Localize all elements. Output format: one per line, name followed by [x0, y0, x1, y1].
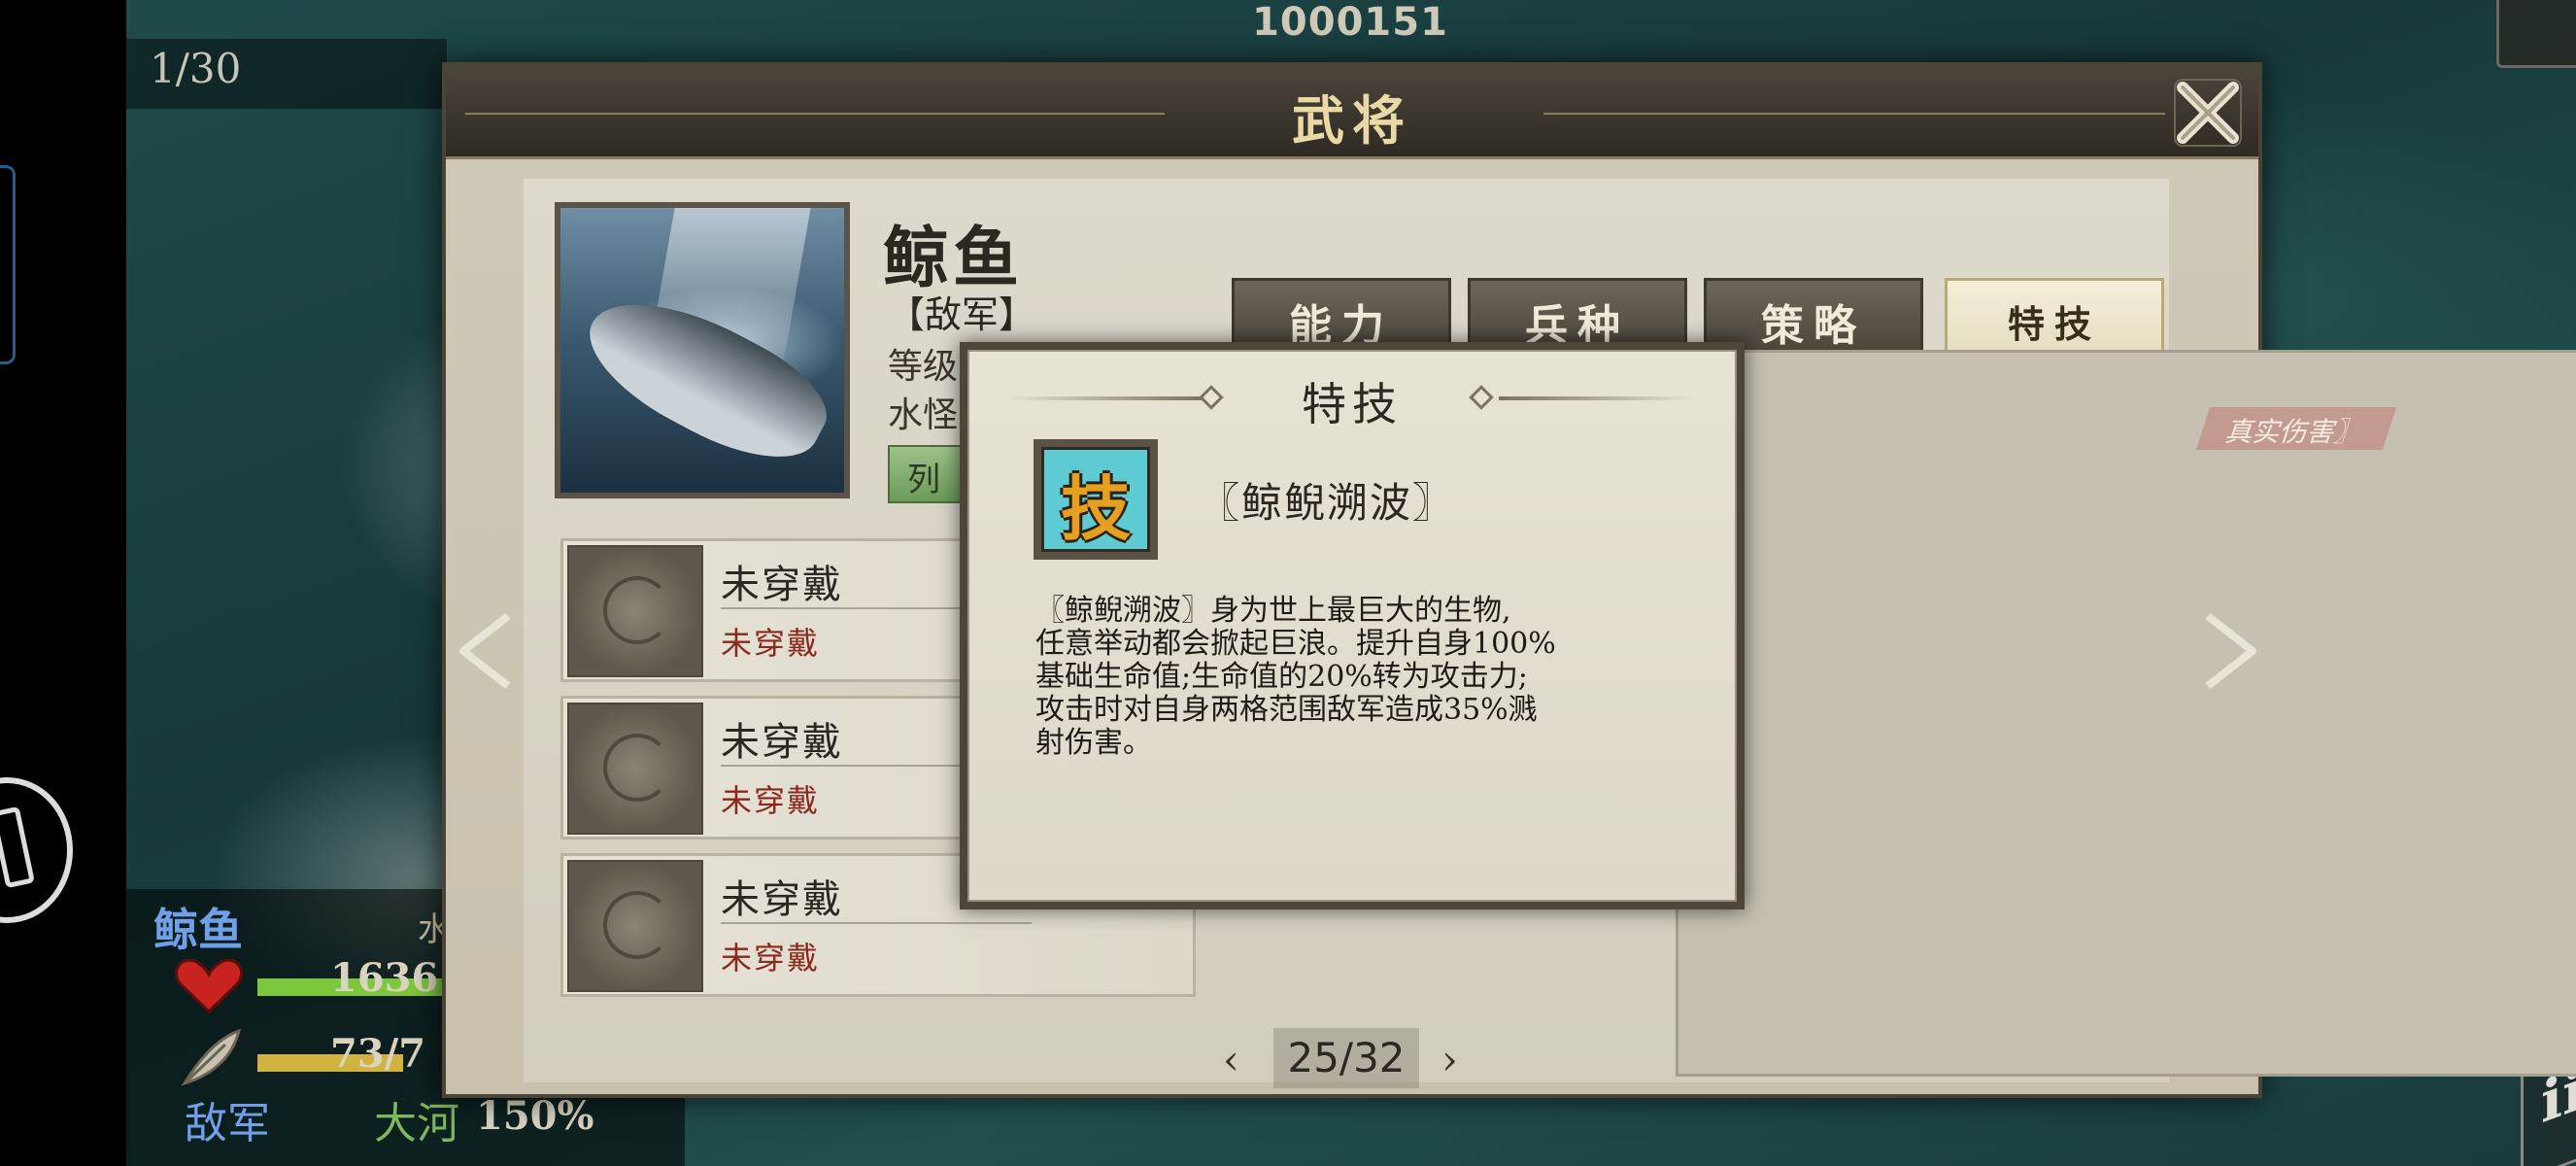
tab-ability[interactable]: 能力	[1232, 278, 1451, 351]
score-display: 1000151	[1252, 0, 1448, 45]
dialog-header: 武将	[446, 66, 2258, 159]
turn-counter: 1/30	[126, 39, 447, 109]
unit-faction: 敌军	[185, 1099, 270, 1149]
prev-hero-arrow-icon[interactable]	[452, 610, 520, 692]
unit-name: 鲸鱼	[153, 904, 243, 956]
tab-panel: 真实伤害〗	[1676, 350, 2576, 1077]
skill-name: 〖鲸鲵溯波〗	[1199, 479, 1456, 527]
heart-icon	[175, 958, 243, 1014]
tab-strategy[interactable]: 策略	[1704, 278, 1923, 351]
dialog-title: 武将	[1292, 89, 1412, 152]
skill-icon: 技	[1034, 439, 1158, 560]
close-icon[interactable]	[2169, 74, 2247, 152]
description-line: 射伤害。	[1035, 726, 1152, 760]
description-line: 任意举动都会掀起巨浪。提升自身100%	[1035, 627, 1556, 661]
swirl-icon	[603, 734, 671, 802]
equipment-status: 未穿戴	[721, 782, 821, 819]
swirl-icon	[603, 891, 671, 959]
pager-text: 25/32	[1273, 1028, 1419, 1088]
empty-slot-icon	[567, 860, 703, 992]
description-line: 攻击时对自身两格范围敌军造成35%溅	[1035, 693, 1538, 727]
empty-slot-icon	[567, 545, 703, 677]
next-hero-arrow-icon[interactable]	[2196, 610, 2264, 692]
tab-troop-type[interactable]: 兵种	[1468, 278, 1687, 351]
side-menu-button[interactable]	[0, 777, 73, 923]
tab-special-skill[interactable]: 特技	[1945, 278, 2164, 350]
description-line: 基础生命值;生命值的20%转为攻击力;	[1035, 660, 1528, 694]
equipment-name: 未穿戴	[721, 563, 843, 607]
popup-title: 特技	[1302, 378, 1403, 430]
side-tab[interactable]	[0, 165, 16, 364]
pager-prev-icon[interactable]: ‹	[1223, 1036, 1262, 1083]
equipment-divider	[721, 922, 1032, 924]
equipment-name: 未穿戴	[721, 877, 843, 922]
skill-tag: 真实伤害〗	[2195, 407, 2397, 450]
game-screen: 1/30 1000151 鲸鱼 水 1636 73/7 敌军 大河 150% i…	[0, 0, 2576, 1166]
hp-value: 1636	[330, 955, 439, 1001]
hero-portrait	[555, 202, 850, 498]
skill-icon-glyph: 技	[1041, 447, 1150, 552]
hero-class-label: 水怪	[888, 395, 959, 435]
equipment-status: 未穿戴	[721, 625, 821, 662]
skill-description: 〖鲸鲵溯波〗身为世上最巨大的生物, 任意举动都会掀起巨浪。提升自身100% 基础…	[1035, 595, 1638, 760]
feather-icon	[181, 1028, 242, 1086]
skill-popup-body: 特技 技 〖鲸鲵溯波〗 〖鲸鲵溯波〗身为世上最巨大的生物, 任意举动都会掀起巨浪…	[967, 350, 1737, 902]
terrain-bonus: 150%	[476, 1093, 594, 1139]
top-right-button[interactable]	[2496, 0, 2576, 68]
empty-slot-icon	[567, 703, 703, 835]
description-line: 〖鲸鲵溯波〗身为世上最巨大的生物,	[1035, 594, 1511, 628]
pager-next-icon[interactable]: ›	[1441, 1036, 1480, 1083]
equipment-status: 未穿戴	[721, 940, 821, 977]
title-ornament-line	[1499, 396, 1693, 400]
hero-faction: 【敌军】	[888, 293, 1036, 336]
equipment-name: 未穿戴	[721, 720, 843, 765]
left-edge	[0, 0, 126, 1166]
skill-popup: 特技 技 〖鲸鲵溯波〗 〖鲸鲵溯波〗身为世上最巨大的生物, 任意举动都会掀起巨浪…	[960, 342, 1745, 909]
mp-value: 73/7	[330, 1031, 426, 1077]
pager: ‹ 25/32 ›	[1223, 1028, 1475, 1088]
hero-level-label: 等级	[888, 347, 959, 387]
menu-glyph-icon	[0, 806, 35, 889]
swirl-icon	[603, 576, 671, 644]
